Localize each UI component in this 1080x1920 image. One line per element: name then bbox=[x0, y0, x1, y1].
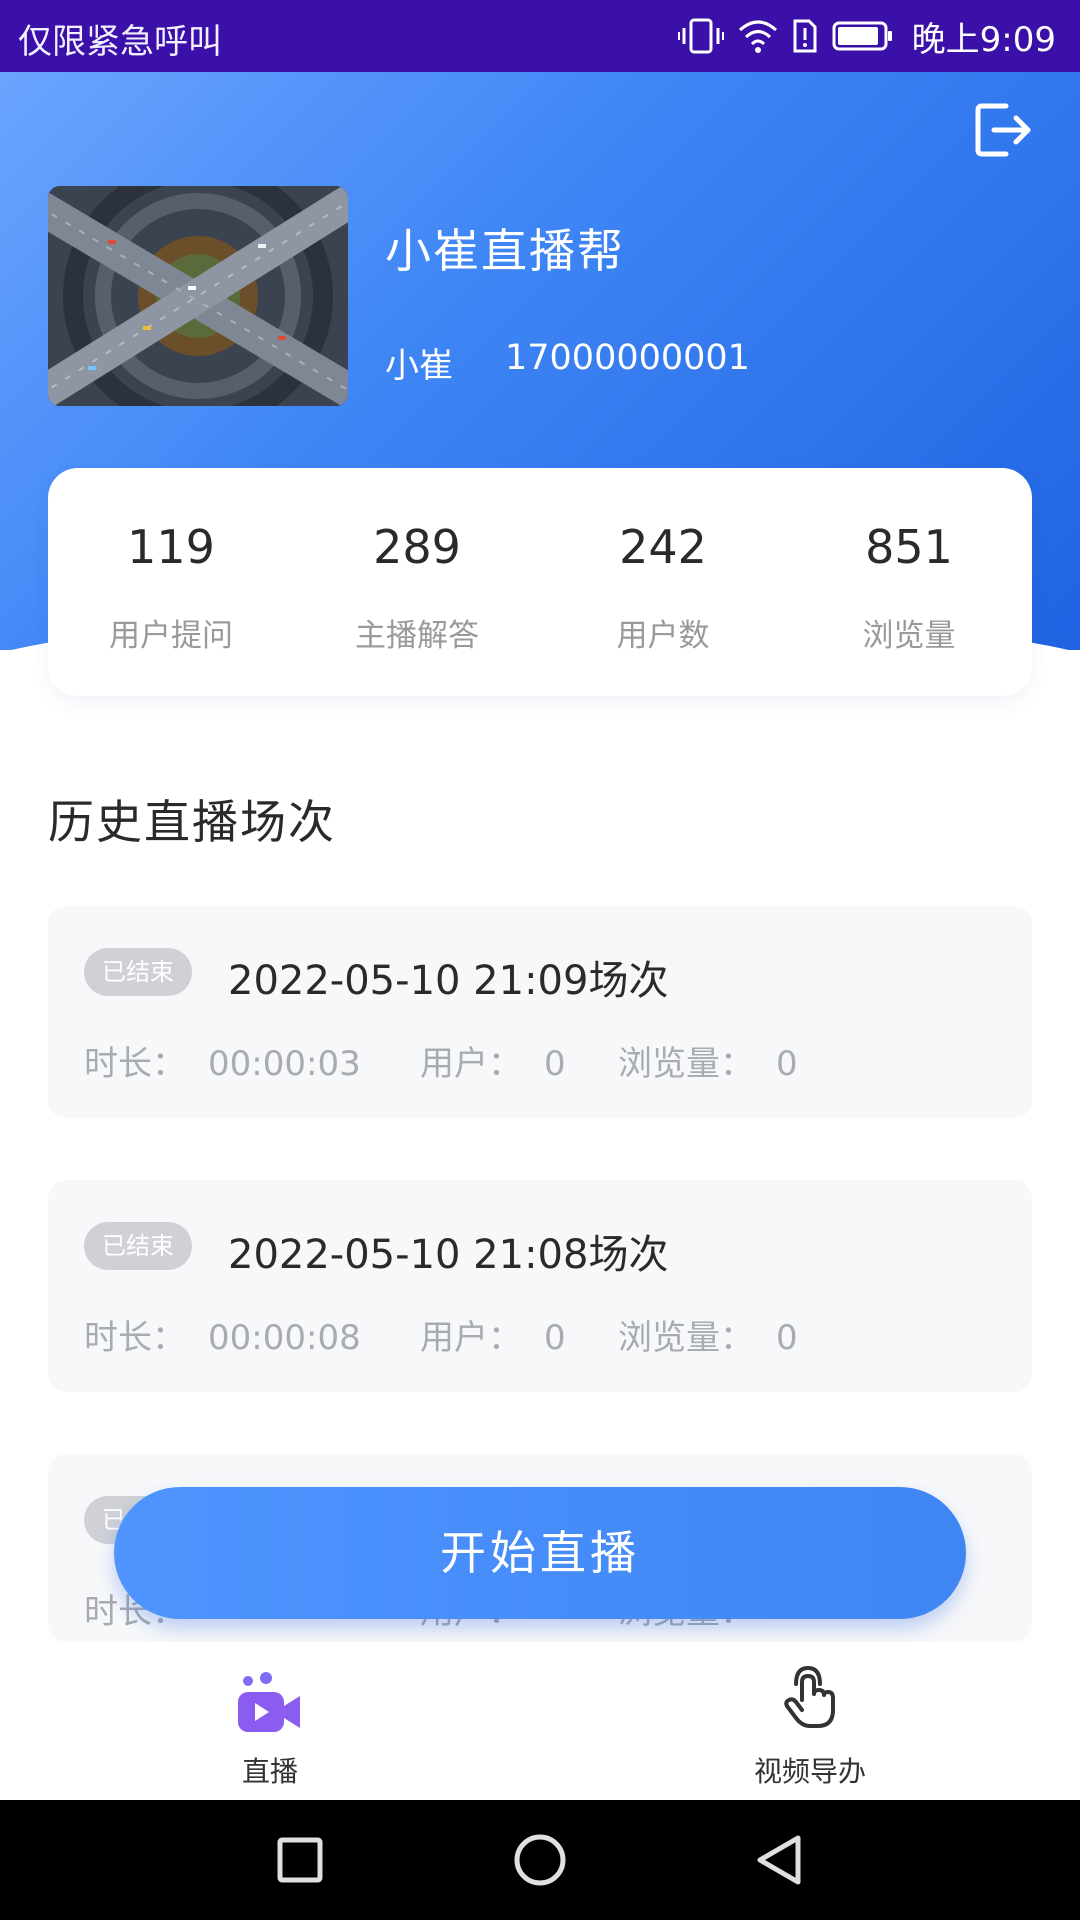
session-users: 用户： 0 bbox=[420, 1310, 566, 1359]
session-card[interactable]: 已结束 2022-05-10 21:08场次 时长： 00:00:08 用户： 0 … bbox=[48, 1180, 1032, 1392]
history-section-title: 历史直播场次 bbox=[48, 795, 336, 849]
duration-label: 时长： bbox=[84, 1318, 186, 1358]
stat-label: 用户提问 bbox=[109, 618, 233, 654]
wifi-icon bbox=[738, 20, 777, 53]
system-nav-bar bbox=[0, 1800, 1080, 1920]
stat-value: 119 bbox=[127, 520, 215, 574]
stat-views[interactable]: 851 浏览量 bbox=[786, 468, 1032, 696]
user-phone: 17000000001 bbox=[505, 338, 750, 378]
session-duration: 时长： 00:00:08 bbox=[84, 1310, 361, 1359]
views-value: 0 bbox=[776, 1044, 798, 1084]
vibrate-icon bbox=[677, 18, 724, 54]
stat-host-answers[interactable]: 289 主播解答 bbox=[294, 468, 540, 696]
status-badge: 已结束 bbox=[84, 1222, 192, 1270]
stat-label: 主播解答 bbox=[355, 618, 479, 654]
tap-hand-icon bbox=[784, 1665, 835, 1728]
cover-image bbox=[48, 186, 348, 406]
session-users: 用户： 0 bbox=[420, 1036, 566, 1085]
status-badge: 已结束 bbox=[84, 948, 192, 996]
stat-user-questions[interactable]: 119 用户提问 bbox=[48, 468, 294, 696]
views-label: 浏览量： bbox=[618, 1318, 754, 1358]
nav-label: 直播 bbox=[241, 1755, 298, 1788]
session-card[interactable]: 已结束 2022-05-10 21:09场次 时长： 00:00:03 用户： 0 … bbox=[48, 906, 1032, 1118]
app-screen: 仅限紧急呼叫 晚上9:09 小崔直播帮 小崔 17000000001 119 用… bbox=[0, 0, 1080, 1920]
recent-apps-icon[interactable] bbox=[270, 1830, 330, 1890]
users-value: 0 bbox=[544, 1044, 566, 1084]
views-value: 0 bbox=[776, 1318, 798, 1358]
users-label: 用户： bbox=[420, 1318, 522, 1358]
stat-label: 浏览量 bbox=[862, 618, 956, 654]
nav-item-video-guide[interactable]: 视频导办 bbox=[690, 1642, 930, 1800]
nav-label: 视频导办 bbox=[753, 1755, 866, 1788]
session-title: 2022-05-10 21:09场次 bbox=[228, 958, 669, 1004]
stat-value: 242 bbox=[619, 520, 707, 574]
sim-alert-icon bbox=[793, 19, 817, 53]
stats-card: 119 用户提问 289 主播解答 242 用户数 851 浏览量 bbox=[48, 468, 1032, 696]
status-icons: 晚上9:09 bbox=[677, 12, 1056, 60]
clock: 晚上9:09 bbox=[911, 19, 1056, 60]
duration-value: 00:00:03 bbox=[208, 1044, 361, 1084]
session-views: 浏览量： 0 bbox=[618, 1310, 798, 1359]
users-label: 用户： bbox=[420, 1044, 522, 1084]
stat-value: 851 bbox=[865, 520, 953, 574]
logout-icon[interactable] bbox=[972, 100, 1036, 160]
user-name: 小崔 bbox=[385, 346, 453, 386]
home-icon[interactable] bbox=[510, 1830, 570, 1890]
duration-value: 00:00:08 bbox=[208, 1318, 361, 1358]
carrier-text: 仅限紧急呼叫 bbox=[18, 22, 222, 62]
battery-icon bbox=[832, 21, 892, 51]
users-value: 0 bbox=[544, 1318, 566, 1358]
stat-label: 用户数 bbox=[616, 618, 710, 654]
bottom-nav: 直播 视频导办 bbox=[0, 1642, 1080, 1800]
back-icon[interactable] bbox=[750, 1830, 810, 1890]
stat-value: 289 bbox=[373, 520, 461, 574]
nav-item-live[interactable]: 直播 bbox=[150, 1642, 390, 1800]
views-label: 浏览量： bbox=[618, 1044, 754, 1084]
status-bar: 仅限紧急呼叫 晚上9:09 bbox=[0, 0, 1080, 72]
app-name: 小崔直播帮 bbox=[385, 224, 625, 278]
session-title: 2022-05-10 21:08场次 bbox=[228, 1232, 669, 1278]
start-live-button[interactable]: 开始直播 bbox=[114, 1487, 966, 1619]
duration-label: 时长： bbox=[84, 1044, 186, 1084]
live-video-icon bbox=[238, 1672, 300, 1732]
session-duration: 时长： 00:00:03 bbox=[84, 1036, 361, 1085]
session-views: 浏览量： 0 bbox=[618, 1036, 798, 1085]
stat-users[interactable]: 242 用户数 bbox=[540, 468, 786, 696]
